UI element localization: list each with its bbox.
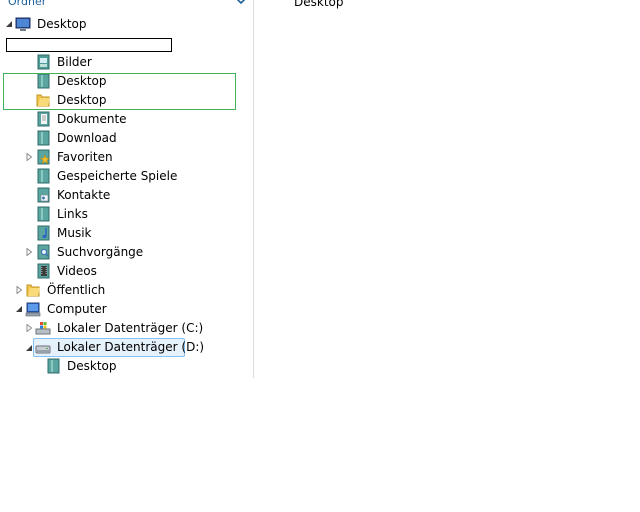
monitor-icon [15, 17, 31, 31]
content-pane[interactable]: Desktop [254, 0, 550, 378]
tree-item-dokumente[interactable]: Dokumente [4, 110, 144, 129]
tree-item-label: Bilder [57, 55, 92, 69]
tree-item-musik[interactable]: Musik [4, 224, 144, 243]
user-folder-icon [37, 168, 50, 184]
tree-item-drive-c[interactable]: Lokaler Datenträger (C:) [4, 319, 204, 338]
tree-item-bilder[interactable]: Bilder [4, 53, 144, 72]
tree-item-desktop-d[interactable]: Desktop [4, 357, 144, 376]
tree-item-label: Videos [57, 264, 97, 278]
collapsed-arrow-icon[interactable] [15, 286, 23, 294]
folder-pane-header-label: Ordner [8, 0, 47, 8]
collapsed-arrow-icon[interactable] [25, 153, 33, 161]
searches-icon [37, 244, 50, 260]
collapsed-arrow-icon[interactable] [25, 248, 33, 256]
rename-input[interactable] [6, 38, 172, 52]
tree-item-favoriten[interactable]: Favoriten [4, 148, 144, 167]
tree-item-download[interactable]: Download [4, 129, 144, 148]
tree-item-drive-d[interactable]: Lokaler Datenträger (D:) [26, 338, 204, 357]
user-folder-icon [37, 130, 50, 146]
tree-item-label: Kontakte [57, 188, 111, 202]
tree-item-links[interactable]: Links [4, 205, 144, 224]
tree-item-kontakte[interactable]: Kontakte [4, 186, 144, 205]
music-icon [37, 225, 50, 241]
windows-drive-icon [35, 322, 51, 335]
drag-drop-highlight [3, 73, 236, 110]
tree-item-label: Öffentlich [47, 283, 106, 297]
expanded-arrow-icon[interactable] [25, 344, 33, 352]
tree-item-label: Links [57, 207, 88, 221]
tree-item-suchvorgaenge[interactable]: Suchvorgänge [4, 243, 154, 262]
tree-item-label: Suchvorgänge [57, 245, 144, 259]
tree-item-gespeicherte-spiele[interactable]: Gespeicherte Spiele [4, 167, 177, 186]
expanded-arrow-icon[interactable] [15, 305, 23, 313]
folder-pane-header[interactable]: Ordner [0, 0, 253, 14]
tree-item-label: Dokumente [57, 112, 127, 126]
tree-item-label: Desktop [67, 359, 117, 373]
tree-item-oeffentlich[interactable]: Öffentlich [4, 281, 144, 300]
user-folder-icon [47, 358, 60, 374]
folder-navigation-pane[interactable]: Ordner Desktop Bilder Desktop Desktop Do… [0, 0, 254, 378]
tree-item-label: Computer [47, 302, 107, 316]
collapsed-arrow-icon[interactable] [25, 324, 33, 332]
tree-item-label: Download [57, 131, 117, 145]
tree-item-label: Lokaler Datenträger (D:) [57, 340, 205, 354]
user-folder-icon [37, 206, 50, 222]
documents-icon [37, 111, 50, 127]
tree-item-videos[interactable]: Videos [4, 262, 144, 281]
chevron-down-icon[interactable] [234, 0, 248, 7]
content-item-label[interactable]: Desktop [294, 0, 344, 9]
tree-item-computer[interactable]: Computer [4, 300, 144, 319]
tree-item-label: Lokaler Datenträger (C:) [57, 321, 204, 335]
tree-item-label: Musik [57, 226, 92, 240]
folder-icon [26, 284, 40, 297]
tree-item-desktop-root[interactable]: Desktop [4, 15, 124, 34]
tree-item-label: Gespeicherte Spiele [57, 169, 178, 183]
pictures-icon [37, 54, 50, 70]
computer-icon [25, 302, 41, 317]
expanded-arrow-icon[interactable] [5, 20, 13, 28]
favorites-star-icon [37, 149, 51, 165]
contacts-icon [37, 187, 50, 203]
tree-item-label: Favoriten [57, 150, 113, 164]
drive-icon [35, 345, 51, 354]
videos-icon [37, 263, 50, 279]
tree-item-label: Desktop [37, 17, 87, 31]
